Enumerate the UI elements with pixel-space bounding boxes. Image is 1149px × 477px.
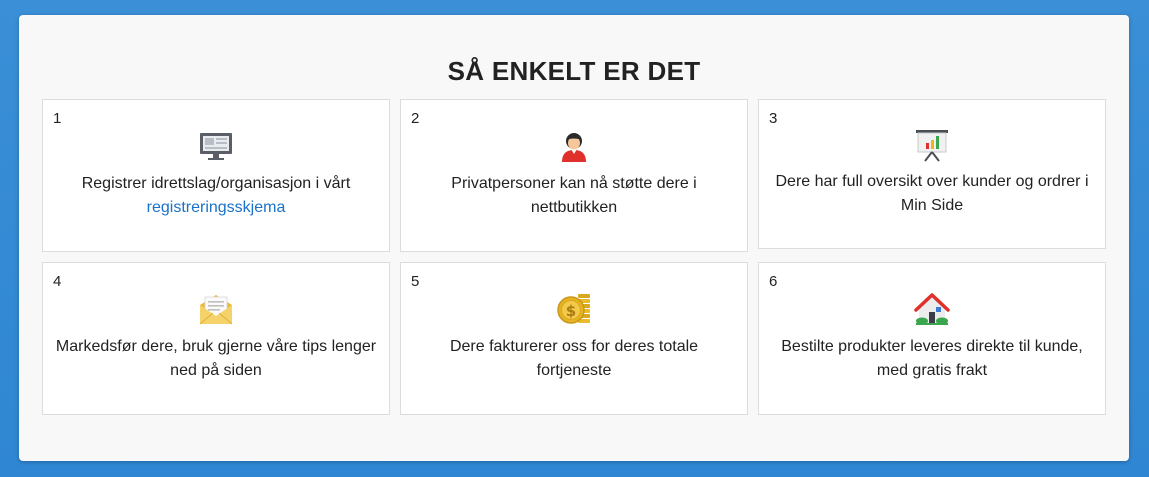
- monitor-icon: [198, 128, 234, 164]
- step-text: Registrer idrettslag/organisasjon i vårt…: [53, 172, 379, 220]
- step-number: 3: [769, 110, 778, 127]
- step-description: Registrer idrettslag/organisasjon i vårt: [81, 175, 351, 192]
- registration-form-link[interactable]: registreringsskjema: [53, 196, 379, 220]
- step-text: Dere fakturerer oss for deres totale for…: [449, 338, 699, 379]
- step-number: 1: [53, 110, 62, 127]
- envelope-icon: [198, 291, 234, 327]
- steps-panel: SÅ ENKELT ER DET 1 Registrer idrettslag/…: [19, 15, 1129, 461]
- step-number: 6: [769, 273, 778, 290]
- presentation-chart-icon: [914, 128, 950, 164]
- person-icon: [556, 128, 592, 164]
- step-card-4: 4 Markedsfør dere, bruk gjerne våre tips…: [42, 262, 390, 415]
- step-card-1: 1 Registrer idrettslag/organisasjon i vå…: [42, 99, 390, 252]
- step-text: Bestilte produkter leveres direkte til k…: [781, 338, 1083, 379]
- step-card-2: 2 Privatpersoner kan nå støtte dere i ne…: [400, 99, 748, 252]
- step-card-3: 3 Dere har full oversikt over kunder og …: [758, 99, 1106, 249]
- step-text: Dere har full oversikt over kunder og or…: [775, 173, 1089, 214]
- step-card-6: 6 Bestilte produkter leveres direkte til…: [758, 262, 1106, 415]
- step-number: 4: [53, 273, 62, 290]
- svg-text:$: $: [566, 302, 576, 320]
- step-text: Markedsfør dere, bruk gjerne våre tips l…: [55, 338, 377, 379]
- step-number: 2: [411, 110, 420, 127]
- coins-icon: $: [556, 291, 592, 327]
- house-icon: [914, 291, 950, 327]
- step-text: Privatpersoner kan nå støtte dere i nett…: [451, 175, 697, 216]
- step-card-5: 5 $ Dere fakturerer oss for deres totale…: [400, 262, 748, 415]
- section-title: SÅ ENKELT ER DET: [447, 56, 701, 86]
- step-number: 5: [411, 273, 420, 290]
